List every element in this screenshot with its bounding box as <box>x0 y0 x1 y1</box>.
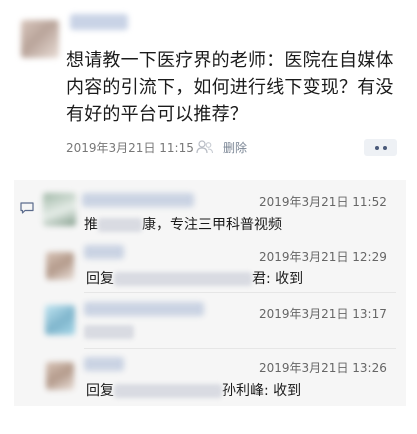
reply-target[interactable]: 孙利峰 <box>222 383 264 399</box>
redacted-text <box>84 325 134 339</box>
reply-prefix: 回复 <box>86 271 114 287</box>
more-icon-dot <box>374 145 379 150</box>
like-icon[interactable] <box>196 140 214 154</box>
comment-time: 2019年3月21日 13:26 <box>259 361 387 375</box>
comment-text: 推 康，专注三甲科普视频 <box>84 214 282 234</box>
comment-text <box>84 324 134 340</box>
comment-icon <box>20 202 34 214</box>
reply-prefix: 回复 <box>86 383 114 399</box>
reply-target[interactable]: 君 <box>252 271 266 287</box>
comment-divider <box>84 292 396 293</box>
comment-time: 2019年3月21日 12:29 <box>259 250 387 264</box>
post-time: 2019年3月21日 11:15 <box>66 141 194 155</box>
comment-text-start: 推 <box>84 217 98 233</box>
comment-author-name[interactable] <box>84 302 204 316</box>
comment-text: 回复 君: 收到 <box>86 268 303 288</box>
bottom-spacer <box>0 406 417 434</box>
comment-avatar[interactable] <box>43 193 76 226</box>
redacted-text <box>98 218 142 232</box>
post-author-name[interactable] <box>70 14 128 30</box>
post-text: 想请教一下医疗界的老师：医院在自媒体内容的引流下，如何进行线下变现？有没有好的平… <box>66 50 394 125</box>
comment-time: 2019年3月21日 11:52 <box>259 195 387 209</box>
comment-author-name[interactable] <box>84 245 124 259</box>
comment-avatar[interactable] <box>45 305 75 335</box>
comment-text-end: 康，专注三甲科普视频 <box>142 217 282 233</box>
comment-author-name[interactable] <box>84 357 124 371</box>
comment-text: 回复 孙利峰: 收到 <box>86 380 301 400</box>
reply-text: : 收到 <box>264 383 302 399</box>
comment-avatar[interactable] <box>46 362 74 390</box>
more-icon-dot <box>382 145 387 150</box>
comment-divider <box>84 348 396 349</box>
redacted-text <box>114 384 222 398</box>
more-button[interactable] <box>364 139 397 156</box>
delete-link[interactable]: 删除 <box>223 139 247 156</box>
post-meta: 2019年3月21日 11:15 <box>66 139 194 156</box>
comment-avatar[interactable] <box>46 252 74 280</box>
comment-time: 2019年3月21日 13:17 <box>259 307 387 321</box>
comment-author-name[interactable] <box>82 193 194 207</box>
reply-text: : 收到 <box>266 271 304 287</box>
post-author-avatar[interactable] <box>21 20 59 58</box>
redacted-text <box>114 272 252 286</box>
